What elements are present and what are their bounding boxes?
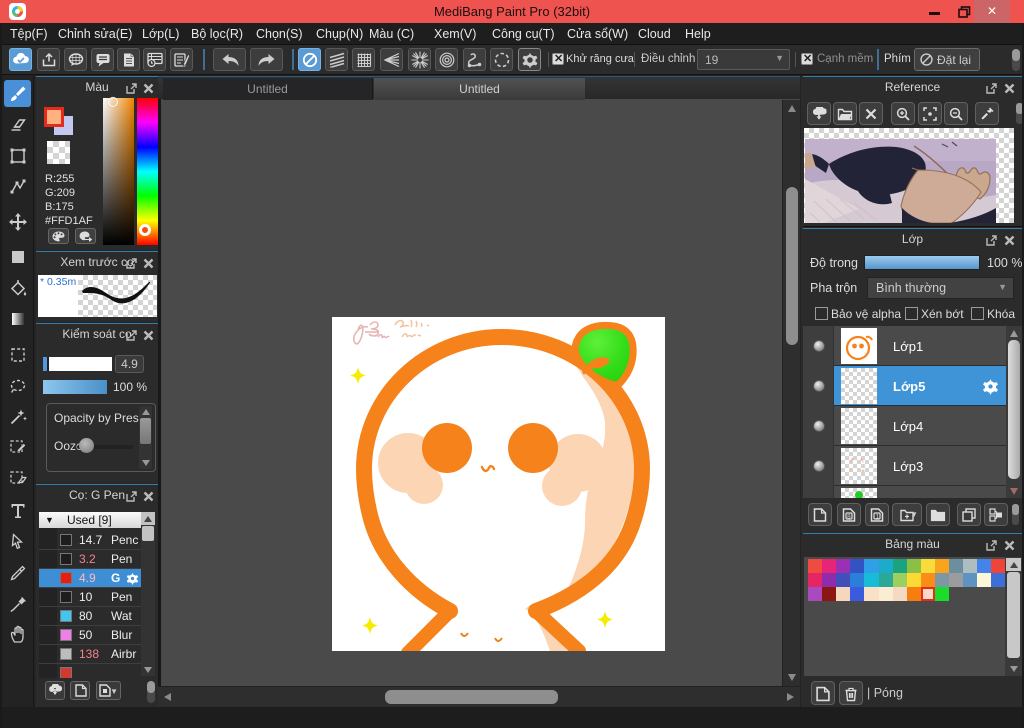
svg-text:1: 1 <box>876 513 880 520</box>
svg-text:8: 8 <box>847 513 851 520</box>
